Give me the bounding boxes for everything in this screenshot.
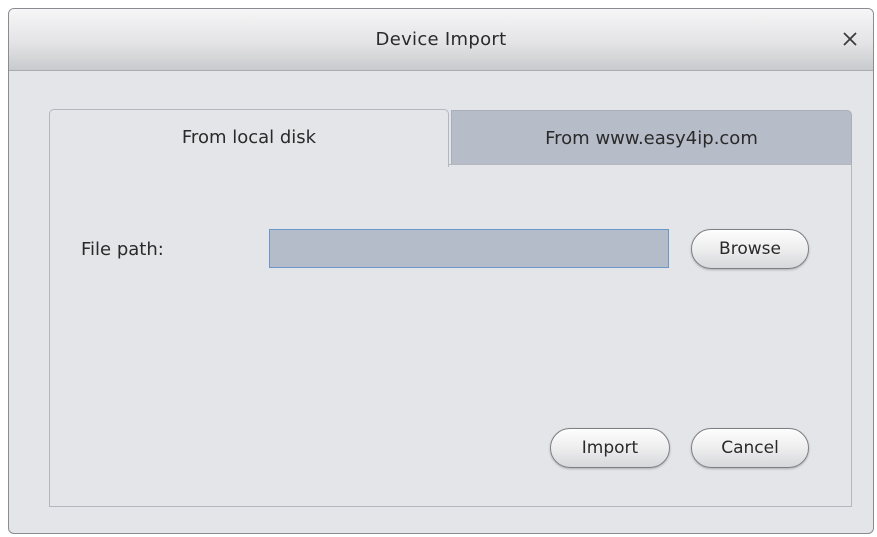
dialog-title: Device Import: [375, 29, 507, 50]
close-icon: [843, 32, 857, 46]
device-import-dialog: Device Import From www.easy4ip.com From …: [8, 8, 874, 534]
title-bar: Device Import: [9, 9, 873, 71]
file-path-label: File path:: [81, 239, 164, 260]
cancel-button[interactable]: Cancel: [691, 428, 809, 468]
tab-from-local-disk[interactable]: From local disk: [49, 109, 449, 167]
import-button[interactable]: Import: [550, 428, 670, 468]
close-button[interactable]: [835, 24, 865, 54]
tab-from-easy4ip[interactable]: From www.easy4ip.com: [451, 110, 852, 166]
file-path-input[interactable]: [269, 229, 669, 268]
browse-button[interactable]: Browse: [691, 229, 809, 269]
